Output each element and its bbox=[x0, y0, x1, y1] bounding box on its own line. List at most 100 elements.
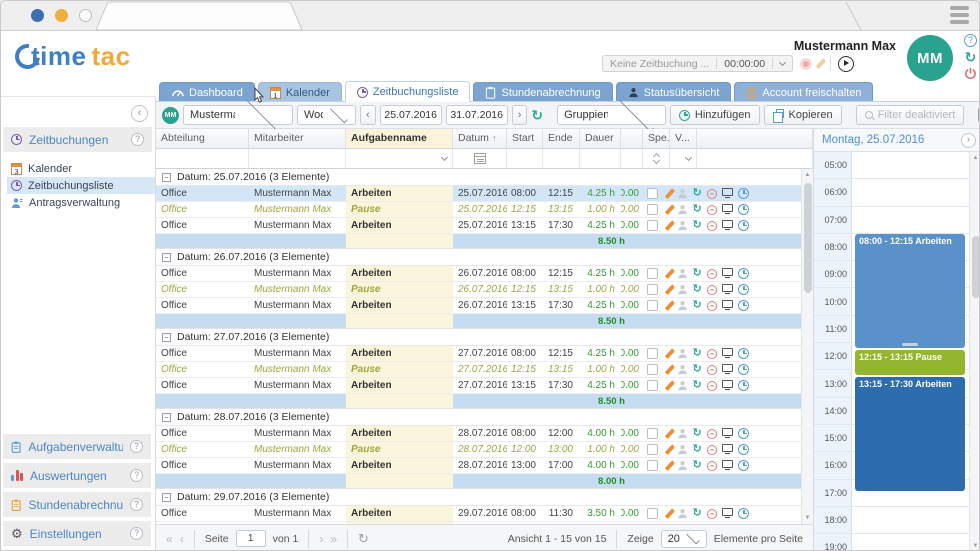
group-header[interactable]: Datum: 28.07.2016 (3 Elemente) bbox=[156, 409, 813, 426]
hour-lane[interactable] bbox=[852, 534, 980, 551]
tracking-dropdown[interactable]: Keine Zeitbuchung ... 00:00:00 bbox=[602, 55, 793, 72]
add-button[interactable]: Hinzufügen bbox=[670, 105, 760, 125]
col-abteilung[interactable]: Abteilung bbox=[156, 129, 249, 149]
window-control-white[interactable] bbox=[79, 9, 92, 22]
play-icon[interactable] bbox=[838, 56, 854, 72]
hour-lane[interactable] bbox=[852, 179, 980, 205]
scrollbar-thumb[interactable] bbox=[804, 183, 812, 293]
prev-week-button[interactable] bbox=[360, 105, 376, 125]
filter-aufgabenname[interactable] bbox=[346, 149, 453, 169]
prev-page-icon[interactable] bbox=[180, 533, 184, 545]
col-ende[interactable]: Ende bbox=[543, 129, 580, 149]
delete-icon[interactable] bbox=[707, 205, 717, 215]
monitor-icon[interactable] bbox=[722, 300, 733, 308]
row-checkbox[interactable] bbox=[647, 364, 658, 375]
calendar-event[interactable]: 12:15 - 13:15 Pause bbox=[855, 350, 965, 375]
scroll-up-icon[interactable] bbox=[970, 152, 980, 164]
calendar-event[interactable]: 08:00 - 12:15 Arbeiten bbox=[855, 234, 965, 348]
monitor-icon[interactable] bbox=[722, 348, 733, 356]
help-icon[interactable] bbox=[964, 34, 977, 47]
edit-icon[interactable] bbox=[665, 444, 675, 455]
assign-user-icon[interactable] bbox=[677, 380, 688, 391]
tab-stundenabrechnung[interactable]: Stundenabrechnung bbox=[473, 82, 612, 102]
tab-account-freischalten[interactable]: Account freischalten bbox=[734, 82, 873, 102]
clock-icon[interactable] bbox=[738, 428, 749, 439]
row-checkbox[interactable] bbox=[647, 460, 658, 471]
col-spesen[interactable]: Spe... bbox=[643, 129, 670, 149]
delete-icon[interactable] bbox=[707, 381, 717, 391]
sidebar-item-kalender[interactable]: 3 Kalender bbox=[7, 160, 155, 177]
table-row[interactable]: Office Mustermann Max Arbeiten 29.07.201… bbox=[156, 506, 813, 522]
table-row[interactable]: Office Mustermann Max Arbeiten 25.07.201… bbox=[156, 186, 813, 202]
date-to-input[interactable] bbox=[446, 105, 508, 125]
table-row[interactable]: Office Mustermann Max Arbeiten 26.07.201… bbox=[156, 298, 813, 314]
row-checkbox[interactable] bbox=[647, 348, 658, 359]
col-start[interactable]: Start bbox=[507, 129, 543, 149]
scroll-down-icon[interactable] bbox=[970, 540, 980, 551]
refresh-icon[interactable] bbox=[358, 532, 369, 545]
date-from-input[interactable] bbox=[380, 105, 442, 125]
note-icon[interactable] bbox=[816, 58, 826, 69]
assign-user-icon[interactable] bbox=[677, 268, 688, 279]
sidebar-section-zeitbuchungen[interactable]: Zeitbuchungen bbox=[3, 127, 152, 152]
assign-user-icon[interactable] bbox=[677, 348, 688, 359]
avatar[interactable]: MM bbox=[907, 35, 953, 81]
row-checkbox[interactable] bbox=[647, 204, 658, 215]
sync-icon[interactable] bbox=[693, 380, 702, 391]
sync-icon[interactable] bbox=[693, 364, 702, 375]
tab-kalender[interactable]: 1 Kalender bbox=[258, 82, 342, 102]
clock-icon[interactable] bbox=[738, 220, 749, 231]
scrollbar-thumb[interactable] bbox=[972, 236, 980, 298]
sidebar-section-einstellungen[interactable]: Einstellungen bbox=[3, 521, 151, 546]
page-size-select[interactable]: 20 bbox=[661, 530, 707, 548]
table-row[interactable]: Office Mustermann Max Arbeiten 25.07.201… bbox=[156, 218, 813, 234]
filter-start[interactable] bbox=[507, 149, 543, 169]
delete-icon[interactable] bbox=[707, 189, 717, 199]
assign-user-icon[interactable] bbox=[677, 188, 688, 199]
collapse-group-icon[interactable] bbox=[162, 173, 171, 182]
user-select[interactable]: Mustermann Max bbox=[183, 105, 293, 125]
collapse-group-icon[interactable] bbox=[162, 333, 171, 342]
sidebar-item-antragsverwaltung[interactable]: Antragsverwaltung bbox=[7, 194, 155, 211]
group-header[interactable]: Datum: 27.07.2016 (3 Elemente) bbox=[156, 329, 813, 346]
filter-datum[interactable] bbox=[453, 149, 507, 169]
row-checkbox[interactable] bbox=[647, 268, 658, 279]
table-row[interactable]: Office Mustermann Max Arbeiten 27.07.201… bbox=[156, 346, 813, 362]
scroll-up-icon[interactable] bbox=[802, 169, 813, 181]
hour-lane[interactable] bbox=[852, 507, 980, 533]
drag-handle-icon[interactable] bbox=[902, 343, 918, 346]
row-checkbox[interactable] bbox=[647, 284, 658, 295]
sync-icon[interactable] bbox=[693, 268, 702, 279]
group-header[interactable]: Datum: 25.07.2016 (3 Elemente) bbox=[156, 169, 813, 186]
filter-button[interactable]: Filter deaktiviert bbox=[856, 105, 965, 125]
help-icon[interactable] bbox=[130, 527, 143, 540]
help-icon[interactable] bbox=[130, 469, 143, 482]
assign-user-icon[interactable] bbox=[677, 204, 688, 215]
filter-dauer[interactable] bbox=[580, 149, 621, 169]
period-select[interactable]: Woche bbox=[297, 105, 356, 125]
filter-v[interactable] bbox=[670, 149, 697, 169]
monitor-icon[interactable] bbox=[722, 508, 733, 516]
collapse-group-icon[interactable] bbox=[162, 493, 171, 502]
sidebar-collapse-icon[interactable] bbox=[131, 105, 148, 122]
sync-icon[interactable] bbox=[693, 284, 702, 295]
edit-icon[interactable] bbox=[665, 188, 675, 199]
sync-icon[interactable] bbox=[693, 188, 702, 199]
calendar-event[interactable]: 13:15 - 17:30 Arbeiten bbox=[855, 377, 965, 491]
delete-icon[interactable] bbox=[707, 461, 717, 471]
browser-menu-icon[interactable] bbox=[950, 6, 969, 24]
scroll-down-icon[interactable] bbox=[802, 512, 813, 524]
row-checkbox[interactable] bbox=[647, 188, 658, 199]
filter-ende[interactable] bbox=[543, 149, 580, 169]
last-page-icon[interactable] bbox=[330, 533, 337, 545]
next-page-icon[interactable] bbox=[319, 533, 323, 545]
window-control-yellow[interactable] bbox=[55, 9, 68, 22]
browser-tab-shape[interactable] bbox=[1, 1, 980, 31]
sync-icon[interactable] bbox=[693, 460, 702, 471]
sync-icon[interactable] bbox=[693, 220, 702, 231]
monitor-icon[interactable] bbox=[722, 444, 733, 452]
copy-button[interactable]: Kopieren bbox=[764, 105, 842, 125]
edit-icon[interactable] bbox=[665, 380, 675, 391]
delete-icon[interactable] bbox=[707, 509, 717, 519]
tab-statusuebersicht[interactable]: Statusübersicht bbox=[616, 82, 732, 102]
